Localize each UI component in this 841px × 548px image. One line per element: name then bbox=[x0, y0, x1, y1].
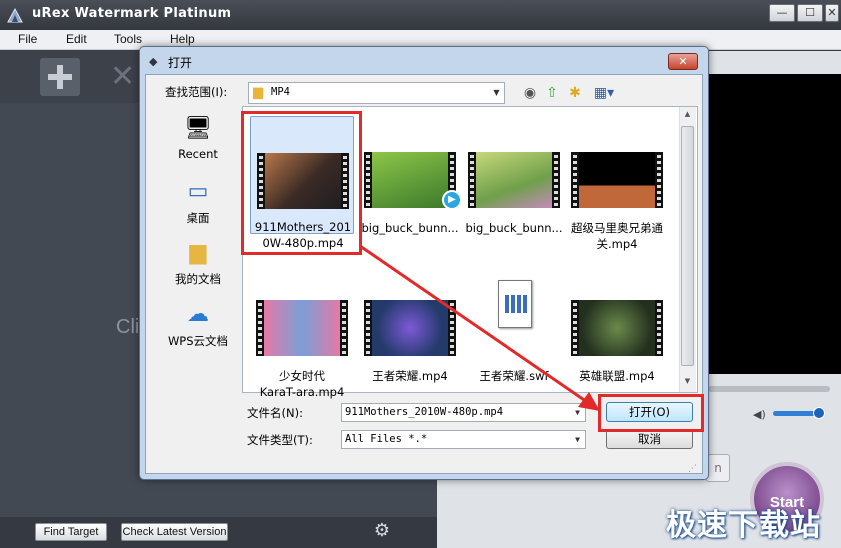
volume-icon[interactable]: ◀) bbox=[753, 408, 767, 421]
file-item[interactable]: big_buck_bunn... bbox=[462, 116, 566, 235]
dialog-app-icon: ◆ bbox=[149, 55, 158, 68]
place-documents-label: 我的文档 bbox=[175, 272, 221, 286]
minimize-button[interactable]: — bbox=[769, 4, 795, 22]
file-item[interactable]: 少女时代 KaraT-ara.mp4 bbox=[250, 264, 354, 399]
resize-grip-icon[interactable]: ⋰ bbox=[688, 464, 700, 476]
recent-icon: 🖥 bbox=[184, 116, 212, 141]
playback-progress-bar[interactable] bbox=[708, 386, 830, 392]
place-desktop-label: 桌面 bbox=[186, 211, 210, 225]
new-folder-icon[interactable]: ✱ bbox=[566, 84, 584, 102]
file-name: big_buck_bunn... bbox=[465, 221, 563, 235]
place-wps-cloud[interactable]: ☁ WPS云文档 bbox=[156, 300, 240, 349]
site-watermark: 极速下载站 bbox=[666, 508, 821, 543]
file-type-dropdown[interactable]: All Files *.* ▼ bbox=[341, 430, 586, 449]
maximize-button[interactable]: ☐ bbox=[797, 4, 823, 22]
view-menu-icon[interactable]: ▦▾ bbox=[591, 84, 617, 102]
file-name: 英雄联盟.mp4 bbox=[579, 369, 655, 383]
media-badge-icon: ▶ bbox=[442, 190, 462, 210]
file-item[interactable]: 王者荣耀.swf bbox=[462, 264, 566, 383]
file-item[interactable]: ▶ big_buck_bunn... bbox=[358, 116, 462, 235]
highlight-box-open-button bbox=[598, 394, 704, 432]
file-item[interactable]: 英雄联盟.mp4 bbox=[565, 264, 669, 383]
up-folder-icon[interactable]: ⇧ bbox=[543, 84, 561, 102]
place-documents[interactable]: ▆ 我的文档 bbox=[156, 238, 240, 287]
file-name-input[interactable]: 911Mothers_2010W-480p.mp4 ▼ bbox=[341, 403, 586, 422]
menu-help[interactable]: Help bbox=[170, 32, 195, 46]
place-desktop[interactable]: ▭ 桌面 bbox=[156, 177, 240, 226]
place-recent-label: Recent bbox=[178, 147, 218, 161]
scrollbar-thumb[interactable] bbox=[681, 126, 694, 366]
file-type-value: All Files *.* bbox=[345, 433, 428, 445]
file-name-label: 文件名(N): bbox=[247, 406, 303, 420]
menu-edit[interactable]: Edit bbox=[66, 32, 87, 46]
file-name: 少女时代 KaraT-ara.mp4 bbox=[259, 369, 345, 399]
documents-icon: ▆ bbox=[189, 240, 207, 265]
scroll-down-icon[interactable]: ▼ bbox=[681, 377, 694, 389]
look-in-label: 查找范围(I): bbox=[165, 85, 228, 99]
menu-file[interactable]: File bbox=[18, 32, 37, 46]
dialog-title: 打开 bbox=[168, 56, 193, 70]
scroll-up-icon[interactable]: ▲ bbox=[681, 110, 694, 122]
close-button[interactable]: ✕ bbox=[825, 4, 839, 22]
file-item[interactable]: 王者荣耀.mp4 bbox=[358, 264, 462, 383]
chevron-down-icon: ▼ bbox=[493, 88, 500, 97]
app-titlebar: uRex Watermark Platinum bbox=[0, 0, 841, 30]
cloud-icon: ☁ bbox=[187, 302, 209, 327]
file-type-label: 文件类型(T): bbox=[247, 433, 313, 447]
video-preview bbox=[708, 74, 841, 374]
remove-file-button[interactable]: ✕ bbox=[110, 62, 140, 92]
highlight-box-selected-file bbox=[241, 111, 362, 255]
dialog-close-button[interactable]: ✕ bbox=[668, 53, 698, 70]
video-thumbnail bbox=[571, 152, 663, 208]
desktop-icon: ▭ bbox=[187, 179, 209, 204]
video-thumbnail bbox=[364, 300, 456, 356]
add-file-button[interactable] bbox=[40, 58, 80, 96]
file-name-value: 911Mothers_2010W-480p.mp4 bbox=[345, 406, 504, 418]
drop-hint-text: Cli bbox=[116, 316, 140, 338]
video-thumbnail bbox=[256, 300, 348, 356]
place-wps-cloud-label: WPS云文档 bbox=[167, 334, 229, 348]
swf-file-icon bbox=[486, 274, 542, 350]
file-name: 王者荣耀.swf bbox=[479, 369, 549, 383]
file-item[interactable]: 超级马里奥兄弟通 关.mp4 bbox=[565, 116, 669, 251]
chevron-down-icon: ▼ bbox=[575, 408, 580, 417]
check-latest-version-button[interactable]: Check Latest Version bbox=[121, 523, 228, 541]
app-logo-icon bbox=[7, 7, 23, 23]
cancel-button[interactable]: 取消 bbox=[606, 429, 693, 449]
find-target-button[interactable]: Find Target bbox=[35, 523, 107, 541]
place-recent[interactable]: 🖥 Recent bbox=[156, 114, 240, 161]
video-thumbnail bbox=[468, 152, 560, 208]
panel-button-partial[interactable]: n bbox=[706, 454, 730, 482]
menu-tools[interactable]: Tools bbox=[114, 32, 142, 46]
app-title: uRex Watermark Platinum bbox=[32, 6, 232, 21]
chevron-down-icon: ▼ bbox=[575, 435, 580, 444]
gear-icon[interactable]: ⚙ bbox=[372, 521, 392, 541]
file-name: 王者荣耀.mp4 bbox=[372, 369, 448, 383]
look-in-value: MP4 bbox=[271, 86, 290, 98]
video-thumbnail bbox=[571, 300, 663, 356]
folder-icon: ▆ bbox=[253, 85, 263, 100]
volume-slider-knob[interactable] bbox=[813, 407, 825, 419]
back-icon[interactable]: ◉ bbox=[521, 84, 539, 102]
file-name: 超级马里奥兄弟通 关.mp4 bbox=[571, 221, 663, 251]
file-name: big_buck_bunn... bbox=[361, 221, 459, 235]
